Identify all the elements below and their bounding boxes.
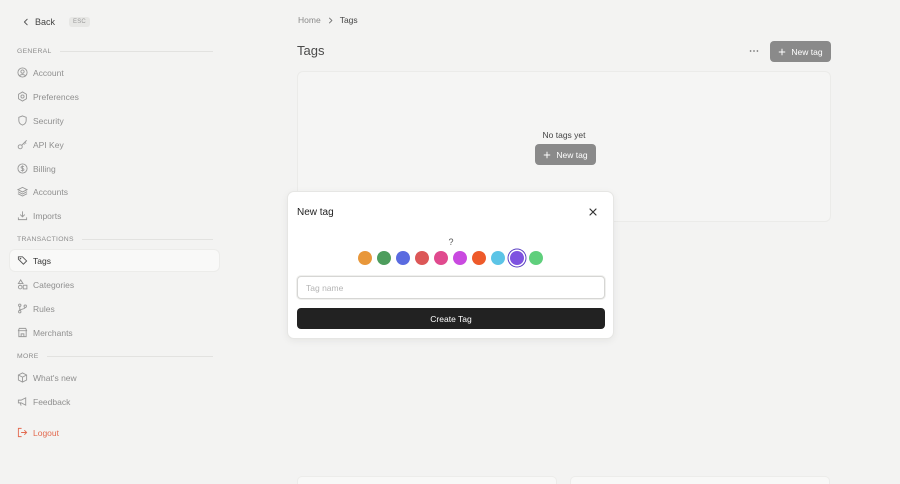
section-label-transactions: TRANSACTIONS (17, 236, 213, 243)
page-title: Tags (297, 43, 325, 58)
sidebar-item-api-key[interactable]: API Key (10, 134, 219, 155)
shapes-icon (17, 279, 28, 290)
breadcrumb-current: Tags (339, 15, 358, 25)
sidebar-item-whats-new[interactable]: What's new (10, 367, 219, 388)
plus-icon (544, 151, 551, 158)
create-tag-button[interactable]: Create Tag (297, 308, 605, 329)
sidebar-item-label: Rules (33, 303, 55, 314)
back-button[interactable]: Back (22, 17, 55, 27)
section-label-general-text: GENERAL (17, 48, 52, 55)
sidebar-item-categories[interactable]: Categories (10, 274, 219, 295)
sidebar-item-label: What's new (33, 372, 77, 383)
sidebar-item-label: Tags (33, 255, 51, 266)
sidebar-item-label: Imports (33, 210, 62, 221)
user-circle-icon (17, 67, 28, 78)
color-swatch[interactable] (453, 251, 467, 265)
sidebar-item-label: Feedback (33, 396, 71, 407)
new-tag-button-label: New tag (791, 46, 823, 57)
logout-icon (17, 427, 28, 438)
sidebar-item-logout[interactable]: Logout (10, 422, 219, 443)
color-swatch[interactable] (434, 251, 448, 265)
section-divider (81, 239, 213, 240)
plus-icon (779, 48, 786, 55)
bottom-card (297, 476, 557, 484)
sidebar-item-merchants[interactable]: Merchants (10, 322, 219, 343)
back-row: Back ESC (22, 17, 90, 27)
sidebar-item-label: Security (33, 115, 64, 126)
sidebar-item-tags[interactable]: Tags (10, 250, 219, 271)
sidebar-item-label: Preferences (33, 91, 79, 102)
section-divider (46, 356, 213, 357)
section-label-more-text: MORE (17, 353, 39, 360)
section-label-general: GENERAL (17, 48, 213, 55)
sidebar-item-label: Account (33, 67, 64, 78)
sidebar-item-imports[interactable]: Imports (10, 205, 219, 226)
key-icon (17, 139, 28, 150)
empty-state-text: No tags yet (542, 130, 586, 140)
close-button[interactable] (587, 206, 599, 218)
esc-shortcut-badge: ESC (69, 17, 90, 27)
section-label-more: MORE (17, 353, 213, 360)
dialog-title: New tag (297, 207, 334, 218)
git-branch-icon (17, 303, 28, 314)
shield-icon (17, 115, 28, 126)
download-icon (17, 210, 28, 221)
tag-icon (17, 255, 28, 266)
dollar-circle-icon (17, 163, 28, 174)
sidebar-item-preferences[interactable]: Preferences (10, 86, 219, 107)
color-swatch[interactable] (472, 251, 486, 265)
sidebar-item-label: Merchants (33, 327, 73, 338)
sidebar-item-label: Logout (33, 427, 59, 438)
section-divider (59, 51, 213, 52)
sidebar-item-feedback[interactable]: Feedback (10, 391, 219, 412)
chevron-left-icon (23, 18, 28, 26)
layers-icon (17, 186, 28, 197)
sidebar: Back ESC GENERAL Account Preferences Sec… (0, 0, 230, 484)
box-icon (17, 372, 28, 383)
sidebar-item-accounts[interactable]: Accounts (10, 181, 219, 202)
more-horizontal-icon (749, 50, 759, 52)
breadcrumb-home[interactable]: Home (298, 15, 321, 25)
color-swatch[interactable] (358, 251, 372, 265)
color-swatch[interactable] (510, 251, 524, 265)
close-icon (589, 208, 597, 216)
new-tag-button-label: New tag (556, 149, 588, 160)
chevron-right-icon (328, 17, 333, 23)
bottom-card (570, 476, 830, 484)
empty-state-new-tag-button[interactable]: New tag (535, 144, 596, 165)
breadcrumb: Home Tags (298, 15, 358, 25)
gear-icon (17, 91, 28, 102)
sidebar-item-label: Accounts (33, 186, 68, 197)
color-swatch[interactable] (415, 251, 429, 265)
color-swatch[interactable] (529, 251, 543, 265)
color-swatch[interactable] (396, 251, 410, 265)
sidebar-item-rules[interactable]: Rules (10, 298, 219, 319)
section-label-transactions-text: TRANSACTIONS (17, 236, 74, 243)
sidebar-item-label: Categories (33, 279, 75, 290)
new-tag-dialog: New tag ? Create Tag (287, 191, 614, 339)
back-label: Back (35, 17, 56, 27)
store-icon (17, 327, 28, 338)
color-swatch[interactable] (491, 251, 505, 265)
color-swatches (358, 251, 543, 265)
sidebar-item-account[interactable]: Account (10, 62, 219, 83)
tag-name-input[interactable] (297, 276, 605, 299)
sidebar-item-billing[interactable]: Billing (10, 158, 219, 179)
new-tag-button[interactable]: New tag (770, 41, 831, 62)
icon-picker-button[interactable]: ? (443, 234, 459, 250)
color-swatch[interactable] (377, 251, 391, 265)
megaphone-icon (17, 396, 28, 407)
more-options-button[interactable] (747, 44, 761, 58)
sidebar-item-label: Billing (33, 163, 56, 174)
sidebar-item-security[interactable]: Security (10, 110, 219, 131)
sidebar-item-label: API Key (33, 139, 64, 150)
